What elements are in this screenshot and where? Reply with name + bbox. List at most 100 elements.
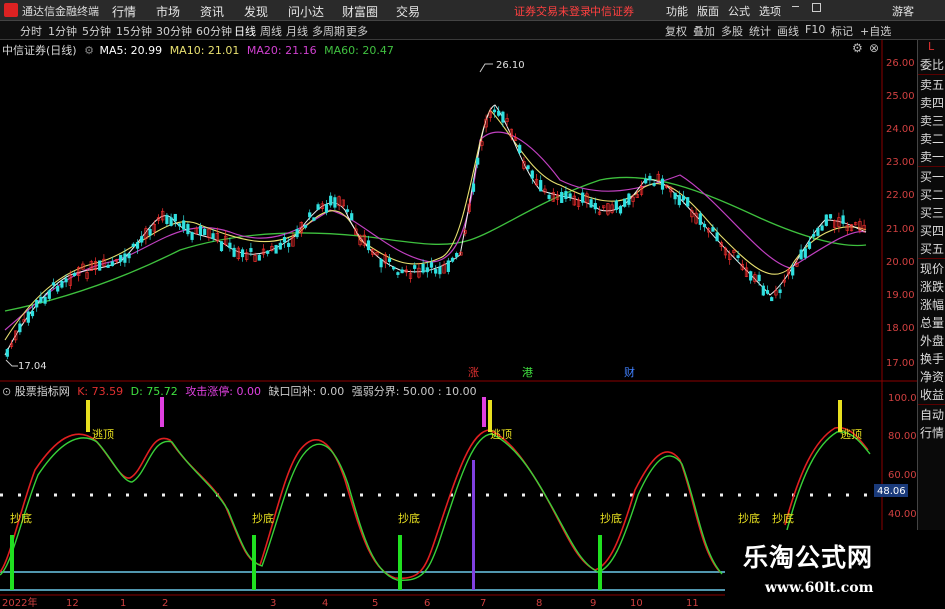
bottom-label: 抄底	[10, 511, 32, 525]
indicator-legend: ⊙ 股票指标网 K: 73.59 D: 75.72 攻击涨停: 0.00 缺口回…	[2, 383, 477, 399]
sidebar-item[interactable]: 买二	[920, 186, 944, 203]
minimize-icon[interactable]	[792, 6, 799, 7]
sidebar-separator	[918, 258, 945, 259]
tab-1min[interactable]: 1分钟	[48, 23, 77, 39]
tab-multi-period[interactable]: 多周期	[312, 23, 345, 39]
tab-15min[interactable]: 15分钟	[116, 23, 152, 39]
date-axis: 2022年 12 1 2 3 4 5 6 7 8 9 10 11	[2, 596, 699, 609]
sidebar-item[interactable]: 总量	[920, 314, 944, 331]
indicator-tick: 40.00	[888, 509, 917, 520]
menu-caifuquan[interactable]: 财富圈	[342, 3, 378, 20]
event-flag-zhang[interactable]: 涨	[468, 366, 479, 379]
broker-name[interactable]: 中信证券	[590, 3, 634, 19]
settings-circle-icon[interactable]: ⚙	[84, 44, 94, 57]
date-tick: 7	[480, 598, 486, 609]
sidebar-item[interactable]: 卖五	[920, 76, 944, 93]
login-status[interactable]: 证券交易未登录	[514, 3, 591, 19]
stats-button[interactable]: 统计	[749, 23, 771, 39]
ma20-value: MA20: 21.16	[246, 44, 317, 57]
app-logo-icon	[4, 3, 18, 17]
mark-button[interactable]: 标记	[831, 23, 853, 39]
high-label: 26.10	[496, 60, 525, 71]
multi-stock-button[interactable]: 多股	[721, 23, 743, 39]
indicator-name[interactable]: 股票指标网	[15, 385, 70, 398]
tab-more[interactable]: 更多	[346, 23, 368, 39]
tab-monthly[interactable]: 月线	[286, 23, 308, 39]
low-marker	[5, 359, 18, 367]
price-tick: 17.00	[886, 358, 915, 369]
overlay-button[interactable]: 叠加	[693, 23, 715, 39]
price-tick: 20.00	[886, 257, 915, 268]
menu-zixun[interactable]: 资讯	[200, 3, 224, 20]
bottom-signal-bar	[252, 535, 256, 590]
tab-5min[interactable]: 5分钟	[82, 23, 111, 39]
date-tick: 9	[590, 598, 596, 609]
draw-button[interactable]: 画线	[777, 23, 799, 39]
menu-xuanxiang[interactable]: 选项	[759, 3, 781, 19]
bottom-signal-bar	[10, 535, 14, 590]
sidebar-item[interactable]: 卖三	[920, 112, 944, 129]
sidebar-item[interactable]: 涨幅	[920, 296, 944, 313]
chart-settings-icon[interactable]: ⚙	[852, 41, 863, 55]
price-tick: 19.00	[886, 290, 915, 301]
sidebar-item[interactable]: 买一	[920, 168, 944, 185]
app-title: 通达信金融终端	[22, 5, 99, 18]
menu-banmian[interactable]: 版面	[697, 3, 719, 19]
tab-weekly[interactable]: 周线	[260, 23, 282, 39]
event-flag-gang[interactable]: 港	[522, 366, 533, 379]
tab-30min[interactable]: 30分钟	[156, 23, 192, 39]
menu-wenxiaoda[interactable]: 问小达	[288, 3, 324, 20]
price-tick: 26.00	[886, 58, 915, 69]
sidebar-top-label: L	[928, 40, 935, 53]
ma5-line	[4, 104, 867, 356]
candlesticks	[5, 106, 866, 360]
date-tick: 2022年	[2, 596, 37, 609]
tab-fenshi[interactable]: 分时	[20, 23, 42, 39]
sidebar-item[interactable]: 外盘	[920, 332, 944, 349]
menu-shichang[interactable]: 市场	[156, 3, 180, 20]
menu-faxian[interactable]: 发现	[244, 3, 268, 20]
kline-chart[interactable]: 26.00 25.00 24.00 23.00 22.00 21.00 20.0…	[0, 40, 917, 609]
maximize-icon[interactable]	[812, 3, 821, 12]
price-tick: 22.00	[886, 190, 915, 201]
tab-60min[interactable]: 60分钟	[196, 23, 232, 39]
watermark: 乐淘公式网 www.60lt.com	[725, 530, 945, 609]
low-label: 17.04	[18, 361, 47, 372]
stock-name[interactable]: 中信证券(日线)	[2, 44, 77, 57]
date-tick: 10	[630, 598, 643, 609]
date-tick: 11	[686, 598, 699, 609]
menu-hangqing[interactable]: 行情	[112, 3, 136, 20]
sidebar-item[interactable]: 涨跌	[920, 278, 944, 295]
sidebar-auto[interactable]: 自动	[920, 406, 944, 423]
sidebar-item[interactable]: 买三	[920, 204, 944, 221]
sidebar-item[interactable]: 收益	[920, 386, 944, 403]
tab-daily[interactable]: 日线	[234, 23, 256, 39]
sidebar-item[interactable]: 现价	[920, 260, 944, 277]
chart-close-icon[interactable]: ⊗	[869, 41, 879, 55]
ma5-value: MA5: 20.99	[99, 44, 163, 57]
price-axis: 26.00 25.00 24.00 23.00 22.00 21.00 20.0…	[886, 58, 915, 369]
sidebar-item[interactable]: 卖一	[920, 148, 944, 165]
menu-jiaoyi[interactable]: 交易	[396, 3, 420, 20]
menu-gongneng[interactable]: 功能	[666, 3, 688, 19]
indicator-circle-icon[interactable]: ⊙	[2, 385, 11, 398]
sidebar-item[interactable]: 卖四	[920, 94, 944, 111]
sidebar-quote[interactable]: 行情	[920, 424, 944, 441]
current-value: 48.06	[877, 486, 906, 497]
date-tick: 1	[120, 598, 126, 609]
guest-user[interactable]: 游客	[892, 3, 914, 19]
menu-gongshi[interactable]: 公式	[728, 3, 750, 19]
k-value: K: 73.59	[77, 385, 124, 398]
sidebar-item[interactable]: 换手	[920, 350, 944, 367]
add-favorite-button[interactable]: +自选	[860, 23, 891, 39]
sidebar-item[interactable]: 委比	[920, 56, 944, 73]
fuquan-button[interactable]: 复权	[665, 23, 687, 39]
sidebar-item[interactable]: 净资	[920, 368, 944, 385]
sidebar-item[interactable]: 卖二	[920, 130, 944, 147]
date-tick: 12	[66, 598, 79, 609]
f10-button[interactable]: F10	[805, 23, 825, 36]
bottom-label: 抄底	[738, 511, 760, 525]
sidebar-item[interactable]: 买四	[920, 222, 944, 239]
sidebar-item[interactable]: 买五	[920, 240, 944, 257]
event-flag-cai[interactable]: 财	[624, 365, 635, 379]
